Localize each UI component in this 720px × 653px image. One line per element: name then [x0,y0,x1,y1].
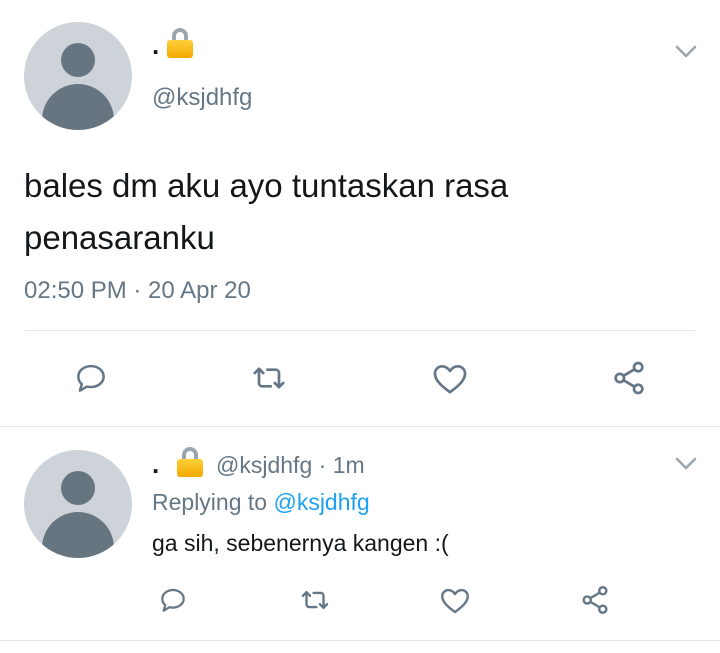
chevron-down-icon[interactable] [675,45,697,59]
avatar[interactable] [24,450,132,558]
time-ago[interactable]: 1m [333,452,365,478]
display-name[interactable]: . [152,449,159,479]
tweet-timestamp[interactable]: 02:50 PM · 20 Apr 20 [24,277,251,305]
like-button[interactable] [427,356,473,400]
replying-to: Replying to @ksjdhfg [152,489,370,516]
share-icon [614,361,644,395]
lock-icon [166,28,194,58]
display-name[interactable]: . [152,28,194,61]
chevron-down-icon[interactable] [675,457,697,471]
avatar-head-shape [61,471,95,505]
tweet-separator [0,426,720,427]
avatar-head-shape [61,43,95,77]
meta-separator: · [318,452,327,478]
bottom-divider [0,640,720,641]
share-button[interactable] [577,582,613,618]
replying-to-link[interactable]: @ksjdhfg [273,489,369,515]
retweet-button[interactable] [297,582,333,618]
avatar[interactable] [24,22,132,130]
reply-icon [77,364,105,392]
like-icon [441,588,469,614]
reply-button[interactable] [68,356,114,400]
reply-icon [161,588,185,612]
divider [24,330,696,331]
share-icon [582,586,608,614]
like-icon [433,365,467,394]
tweet-text: bales dm aku ayo tuntaskan rasa penasara… [24,167,509,256]
share-button[interactable] [606,356,652,400]
like-button[interactable] [437,582,473,618]
reply-text: ga sih, sebenernya kangen :( [152,530,449,556]
reply-button[interactable] [155,582,191,618]
avatar-body-shape [42,84,114,130]
retweet-icon [253,367,285,389]
lock-icon [176,447,204,477]
retweet-button[interactable] [246,356,292,400]
user-handle[interactable]: @ksjdhfg [152,84,252,112]
replying-to-label: Replying to [152,489,268,515]
avatar-body-shape [42,512,114,558]
reply-header: . @ksjdhfg · 1m [152,447,365,480]
user-handle[interactable]: @ksjdhfg [216,452,312,478]
retweet-icon [301,591,329,609]
display-name-text: . [152,30,160,60]
